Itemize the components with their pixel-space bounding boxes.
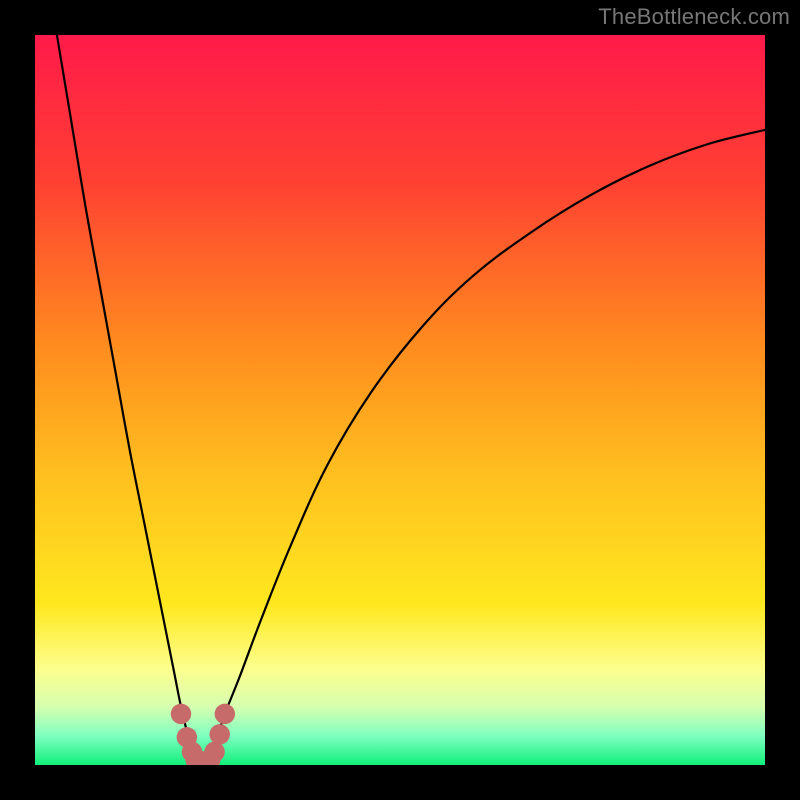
chart-frame: TheBottleneck.com: [0, 0, 800, 800]
chart-svg: [35, 35, 765, 765]
chart-plot-area: [35, 35, 765, 765]
chart-background: [35, 35, 765, 765]
valley-marker: [209, 724, 229, 744]
valley-marker: [204, 742, 224, 762]
valley-marker: [215, 704, 235, 724]
valley-marker: [171, 704, 191, 724]
watermark-text: TheBottleneck.com: [598, 4, 790, 30]
